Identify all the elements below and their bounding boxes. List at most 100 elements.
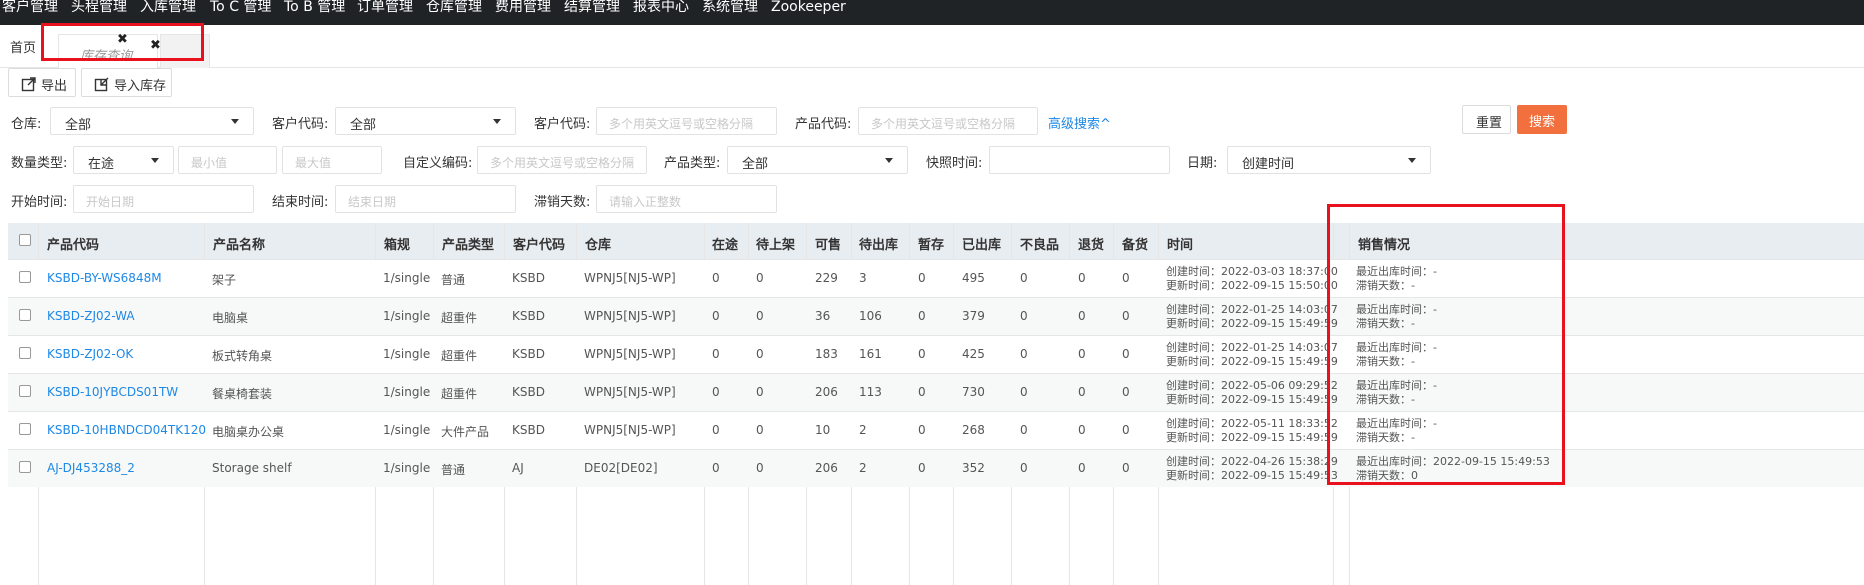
col-header-shipped[interactable]: 已出库 (962, 234, 1001, 253)
date-label: 日期: (1187, 156, 1218, 171)
product-code-input-placeholder: 多个用英文逗号或空格分隔 (871, 117, 1016, 131)
chevron-down-icon (151, 158, 159, 163)
col-header-time[interactable]: 时间 (1167, 234, 1193, 253)
row-checkbox[interactable] (19, 385, 31, 397)
start-date-input[interactable]: 开始日期 (73, 185, 254, 213)
col-header-stock[interactable]: 备货 (1122, 234, 1148, 253)
end-date-input[interactable]: 结束日期 (335, 185, 516, 213)
export-label: 导出 (41, 79, 68, 94)
table-row[interactable] (8, 373, 1864, 411)
nav-item-settlement[interactable]: 结算管理 (564, 0, 620, 18)
import-inventory-button[interactable]: 导入库存 (81, 68, 172, 97)
nav-item-warehouse[interactable]: 仓库管理 (426, 0, 482, 18)
cell-defective: 0 (1020, 461, 1028, 475)
reset-button[interactable]: 重置 (1462, 105, 1511, 134)
select-all-checkbox[interactable] (19, 234, 31, 246)
col-header-customer[interactable]: 客户代码 (513, 234, 565, 253)
cell-returned: 0 (1078, 271, 1086, 285)
row-checkbox[interactable] (19, 461, 31, 473)
product-type-label: 产品类型: (664, 156, 721, 171)
table-row[interactable] (8, 335, 1864, 373)
cell-code[interactable]: KSBD-ZJ02-WA (47, 309, 135, 323)
cell-pending-out: 161 (859, 347, 882, 361)
qty-type-select[interactable]: 在途 (73, 146, 174, 174)
search-button[interactable]: 搜索 (1517, 105, 1567, 134)
cell-code[interactable]: KSBD-10JYBCDS01TW (47, 385, 178, 399)
cell-code[interactable]: KSBD-ZJ02-OK (47, 347, 133, 361)
export-button[interactable]: 导出 (8, 68, 76, 97)
row-checkbox[interactable] (19, 347, 31, 359)
min-value-input[interactable]: 最小值 (178, 146, 277, 174)
nav-item-tob[interactable]: To B 管理 (284, 0, 345, 18)
customer-code-select[interactable]: 全部 (335, 107, 516, 135)
nav-item-inbound[interactable]: 入库管理 (140, 0, 196, 18)
col-header-warehouse[interactable]: 仓库 (585, 234, 611, 253)
custom-code-input[interactable]: 多个用英文逗号或空格分隔 (477, 146, 647, 174)
tab-bar (0, 25, 1864, 68)
nav-item-orders[interactable]: 订单管理 (357, 0, 413, 18)
table-row[interactable] (8, 297, 1864, 335)
col-header-box[interactable]: 箱规 (384, 234, 410, 253)
warehouse-select[interactable]: 全部 (50, 107, 254, 135)
stagnant-days-input[interactable]: 请输入正整数 (596, 185, 777, 213)
cell-defective: 0 (1020, 423, 1028, 437)
col-header-sellable[interactable]: 可售 (815, 234, 841, 253)
cell-returned: 0 (1078, 423, 1086, 437)
min-value-placeholder: 最小值 (191, 156, 228, 170)
col-header-temp[interactable]: 暂存 (918, 234, 944, 253)
product-code-input[interactable]: 多个用英文逗号或空格分隔 (858, 107, 1038, 135)
cell-warehouse: WPNJ5[NJ5-WP] (584, 309, 676, 323)
cell-pending-out: 106 (859, 309, 882, 323)
export-icon (21, 77, 36, 92)
row-checkbox[interactable] (19, 271, 31, 283)
customer-code-label: 客户代码: (272, 117, 329, 132)
snapshot-time-input[interactable] (989, 146, 1170, 174)
cell-name: 餐桌椅套装 (212, 387, 273, 401)
cell-returned: 0 (1078, 347, 1086, 361)
cell-shipped: 495 (962, 271, 985, 285)
cell-created: 创建时间：2022-05-06 09:29:52 (1166, 379, 1338, 392)
cell-shipped: 425 (962, 347, 985, 361)
cell-pending-shelf: 0 (756, 461, 764, 475)
col-header-code[interactable]: 产品代码 (47, 234, 99, 253)
cell-temp: 0 (918, 423, 926, 437)
cell-shipped: 730 (962, 385, 985, 399)
product-type-select-value: 全部 (742, 157, 769, 172)
date-type-select[interactable]: 创建时间 (1227, 146, 1431, 174)
cell-box: 1/single (383, 385, 431, 399)
cell-stock: 0 (1122, 271, 1130, 285)
cell-type: 超重件 (441, 311, 478, 325)
nav-item-customer[interactable]: 客户管理 (2, 0, 58, 18)
max-value-input[interactable]: 最大值 (282, 146, 382, 174)
qty-type-select-value: 在途 (88, 157, 115, 172)
nav-item-system[interactable]: 系统管理 (702, 0, 758, 18)
row-checkbox[interactable] (19, 423, 31, 435)
cell-code[interactable]: AJ-DJ453288_2 (47, 461, 135, 475)
nav-item-reports[interactable]: 报表中心 (633, 0, 689, 18)
col-header-name[interactable]: 产品名称 (213, 234, 265, 253)
cell-box: 1/single (383, 423, 431, 437)
nav-item-toc[interactable]: To C 管理 (210, 0, 271, 18)
cell-sellable: 206 (815, 385, 838, 399)
col-header-type[interactable]: 产品类型 (442, 234, 494, 253)
col-header-pending-shelf[interactable]: 待上架 (756, 234, 795, 253)
cell-name: Storage shelf (212, 461, 292, 475)
product-type-select[interactable]: 全部 (727, 146, 908, 174)
nav-item-firstleg[interactable]: 头程管理 (71, 0, 127, 18)
cell-defective: 0 (1020, 385, 1028, 399)
nav-item-zookeeper[interactable]: Zookeeper (771, 0, 846, 18)
col-header-pending-out[interactable]: 待出库 (859, 234, 898, 253)
customer-code-input[interactable]: 多个用英文逗号或空格分隔 (596, 107, 777, 135)
row-checkbox[interactable] (19, 309, 31, 321)
cell-transit: 0 (712, 423, 720, 437)
cell-code[interactable]: KSBD-BY-WS6848M (47, 271, 162, 285)
table-row[interactable] (8, 259, 1864, 297)
table-row[interactable] (8, 411, 1864, 449)
col-header-transit[interactable]: 在途 (712, 234, 738, 253)
cell-code[interactable]: KSBD-10HBNDCD04TK120 (47, 423, 206, 437)
col-header-defective[interactable]: 不良品 (1020, 234, 1059, 253)
tab-home[interactable]: 首页 (10, 37, 36, 56)
advanced-search-link[interactable]: 高级搜索^ (1048, 113, 1111, 132)
col-header-returned[interactable]: 退货 (1078, 234, 1104, 253)
nav-item-fees[interactable]: 费用管理 (495, 0, 551, 18)
